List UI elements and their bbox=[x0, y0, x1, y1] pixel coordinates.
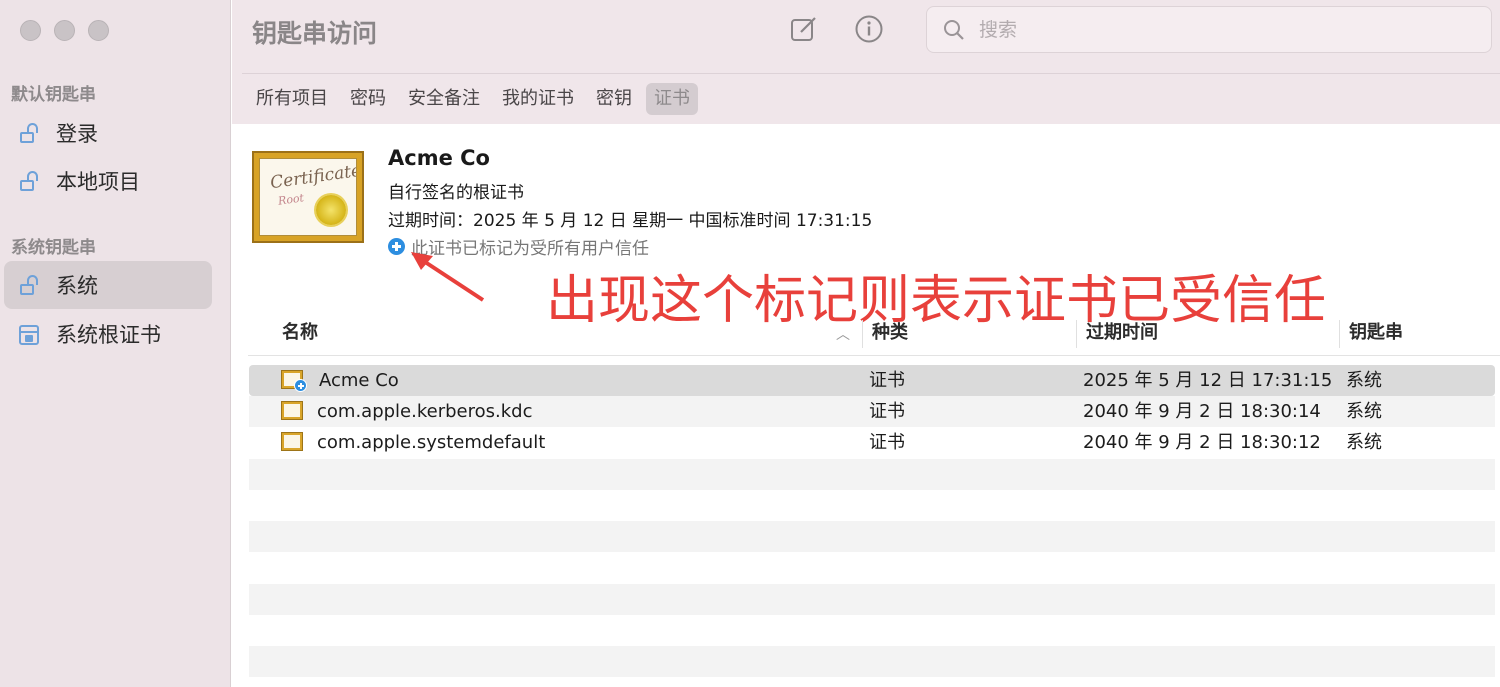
table-row[interactable]: com.apple.systemdefault 证书 2040 年 9 月 2 … bbox=[249, 427, 1495, 458]
cell-expires: 2025 年 5 月 12 日 17:31:15 bbox=[1083, 370, 1333, 391]
certificate-icon bbox=[281, 432, 303, 451]
table-row[interactable]: com.apple.kerberos.kdc 证书 2040 年 9 月 2 日… bbox=[249, 396, 1495, 427]
close-window-button[interactable] bbox=[20, 20, 41, 41]
cell-keychain: 系统 bbox=[1346, 432, 1382, 453]
tab-passwords[interactable]: 密码 bbox=[342, 83, 394, 115]
trusted-plus-icon bbox=[294, 379, 307, 392]
cell-kind: 证书 bbox=[869, 432, 905, 453]
lock-icon bbox=[18, 273, 40, 297]
cell-expires: 2040 年 9 月 2 日 18:30:12 bbox=[1083, 432, 1321, 453]
cell-name: com.apple.systemdefault bbox=[317, 432, 546, 453]
certificate-expiry: 过期时间：2025 年 5 月 12 日 星期一 中国标准时间 17:31:15 bbox=[388, 211, 873, 231]
divider bbox=[242, 73, 1500, 74]
certificate-name: Acme Co bbox=[388, 146, 490, 170]
certificate-icon bbox=[281, 370, 307, 392]
info-icon[interactable] bbox=[854, 14, 884, 44]
cell-kind: 证书 bbox=[869, 370, 905, 391]
cell-name: com.apple.kerberos.kdc bbox=[317, 401, 533, 422]
sidebar-item-local-items[interactable]: 本地项目 bbox=[4, 157, 212, 205]
lock-icon bbox=[18, 169, 40, 193]
sidebar-item-label: 系统 bbox=[56, 274, 98, 298]
section-system-keychains: 系统钥匙串 bbox=[11, 238, 96, 258]
lock-icon bbox=[18, 121, 40, 145]
certificate-kind: 自行签名的根证书 bbox=[388, 183, 524, 203]
column-header-kind[interactable]: 种类 bbox=[872, 316, 908, 356]
category-tabs: 所有项目 密码 安全备注 我的证书 密钥 证书 bbox=[248, 83, 698, 115]
sidebar-item-label: 系统根证书 bbox=[56, 323, 161, 347]
trusted-plus-icon bbox=[388, 238, 405, 255]
compose-icon[interactable] bbox=[789, 14, 819, 44]
empty-row bbox=[249, 646, 1495, 677]
sort-ascending-icon[interactable]: ︿ bbox=[836, 324, 850, 344]
cell-expires: 2040 年 9 月 2 日 18:30:14 bbox=[1083, 401, 1321, 422]
empty-row bbox=[249, 459, 1495, 490]
cell-keychain: 系统 bbox=[1346, 401, 1382, 422]
window-controls bbox=[20, 20, 109, 41]
empty-row bbox=[249, 584, 1495, 615]
sidebar-item-label: 登录 bbox=[56, 122, 98, 146]
certificate-word: Certificate bbox=[269, 160, 357, 194]
seal-icon bbox=[316, 195, 346, 225]
tab-my-certificates[interactable]: 我的证书 bbox=[494, 83, 582, 115]
search-icon bbox=[944, 20, 964, 40]
sidebar: 默认钥匙串 登录 本地项目 系统钥匙串 系统 系统根证书 bbox=[0, 0, 231, 687]
search-field[interactable] bbox=[926, 6, 1492, 53]
column-divider[interactable] bbox=[1076, 320, 1077, 348]
cell-kind: 证书 bbox=[869, 401, 905, 422]
zoom-window-button[interactable] bbox=[88, 20, 109, 41]
sidebar-item-system[interactable]: 系统 bbox=[4, 261, 212, 309]
cell-keychain: 系统 bbox=[1346, 370, 1382, 391]
section-default-keychains: 默认钥匙串 bbox=[11, 85, 96, 105]
sidebar-item-system-roots[interactable]: 系统根证书 bbox=[4, 310, 212, 358]
cabinet-icon bbox=[18, 322, 40, 346]
column-header-name[interactable]: 名称 bbox=[282, 316, 318, 356]
tab-secure-notes[interactable]: 安全备注 bbox=[400, 83, 488, 115]
empty-row bbox=[249, 521, 1495, 552]
column-header-keychain[interactable]: 钥匙串 bbox=[1349, 316, 1403, 356]
toolbar: 钥匙串访问 所有项目 密码 安全备注 我的证书 密钥 证书 bbox=[232, 0, 1500, 124]
tab-keys[interactable]: 密钥 bbox=[588, 83, 640, 115]
table-row[interactable]: Acme Co 证书 2025 年 5 月 12 日 17:31:15 系统 bbox=[249, 365, 1495, 396]
window-title: 钥匙串访问 bbox=[252, 19, 378, 48]
annotation-arrow-icon bbox=[411, 252, 485, 302]
cell-name: Acme Co bbox=[319, 370, 399, 391]
sidebar-item-login[interactable]: 登录 bbox=[4, 109, 212, 157]
search-input[interactable] bbox=[979, 15, 1459, 45]
sidebar-item-label: 本地项目 bbox=[56, 170, 140, 194]
table-header: 名称 ︿ 种类 过期时间 钥匙串 bbox=[248, 316, 1500, 356]
column-header-expires[interactable]: 过期时间 bbox=[1086, 316, 1158, 356]
minimize-window-button[interactable] bbox=[54, 20, 75, 41]
certificate-image: Certificate Root bbox=[252, 151, 364, 243]
tab-all-items[interactable]: 所有项目 bbox=[248, 83, 336, 115]
certificate-root-word: Root bbox=[277, 191, 305, 208]
tab-certificates[interactable]: 证书 bbox=[646, 83, 698, 115]
certificate-icon bbox=[281, 401, 303, 420]
column-divider[interactable] bbox=[1339, 320, 1340, 348]
column-divider[interactable] bbox=[862, 320, 863, 348]
